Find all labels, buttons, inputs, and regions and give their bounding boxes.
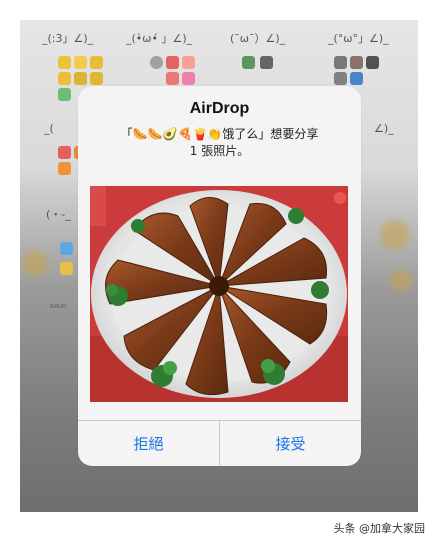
kaomoji-item: ∠)_ <box>374 122 394 135</box>
shared-photo <box>90 186 348 402</box>
airdrop-dialog: AirDrop 「🌭🌭🥑🍕🍟👏饿了么」想要分享 1 張照片。 拒絕 接受 <box>78 86 361 466</box>
app-icon <box>150 56 163 69</box>
kaomoji-item: (¯ω¯）∠)_ <box>230 32 286 45</box>
app-icon <box>58 146 71 159</box>
kaomoji-item: (・-_ <box>46 208 71 221</box>
dialog-title: AirDrop <box>189 100 250 117</box>
app-icon <box>58 88 71 101</box>
app-icon <box>166 72 179 85</box>
app-icon <box>74 72 87 85</box>
kaomoji-item: ᴿᴬᵁᴼ <box>50 304 67 314</box>
kaomoji-item: _(°ω°」∠)_ <box>328 32 389 45</box>
dialog-button-bar: 拒絕 接受 <box>78 420 361 466</box>
app-icon <box>58 72 71 85</box>
app-icon <box>242 56 255 69</box>
app-icon <box>334 56 347 69</box>
app-icon <box>74 56 87 69</box>
app-icon <box>350 72 363 85</box>
app-icon <box>260 56 273 69</box>
app-icon <box>166 56 179 69</box>
kaomoji-item: _( <box>44 122 54 135</box>
app-icon <box>182 72 195 85</box>
kaomoji-item: _(:3」∠)_ <box>42 32 94 45</box>
app-icon <box>58 162 71 175</box>
kaomoji-item: _(•̀ω•́ 」∠)_ <box>126 32 193 45</box>
app-icon <box>182 56 195 69</box>
app-icon <box>60 262 73 275</box>
decline-button[interactable]: 拒絕 <box>78 421 219 466</box>
accept-button[interactable]: 接受 <box>220 421 361 466</box>
kaomoji-row: _(:3」∠)_ _(•̀ω•́ 」∠)_ (¯ω¯）∠)_ _(°ω°」∠)_ <box>20 26 418 50</box>
dialog-message: 「🌭🌭🥑🍕🍟👏饿了么」想要分享 1 張照片。 <box>90 126 349 160</box>
dialog-message-line1: 「🌭🌭🥑🍕🍟👏饿了么」想要分享 <box>120 127 319 141</box>
app-icon <box>366 56 379 69</box>
bokeh-light <box>390 270 412 292</box>
app-icon <box>90 72 103 85</box>
watermark-label: 头条 @加拿大家园 <box>329 518 429 538</box>
dialog-message-line2: 1 張照片。 <box>189 144 250 158</box>
bokeh-light <box>380 220 410 250</box>
app-icon <box>60 242 73 255</box>
app-icon <box>90 56 103 69</box>
bokeh-light <box>22 250 48 276</box>
app-icon <box>58 56 71 69</box>
app-icon <box>350 56 363 69</box>
food-photo-image <box>90 186 348 402</box>
app-icon <box>334 72 347 85</box>
